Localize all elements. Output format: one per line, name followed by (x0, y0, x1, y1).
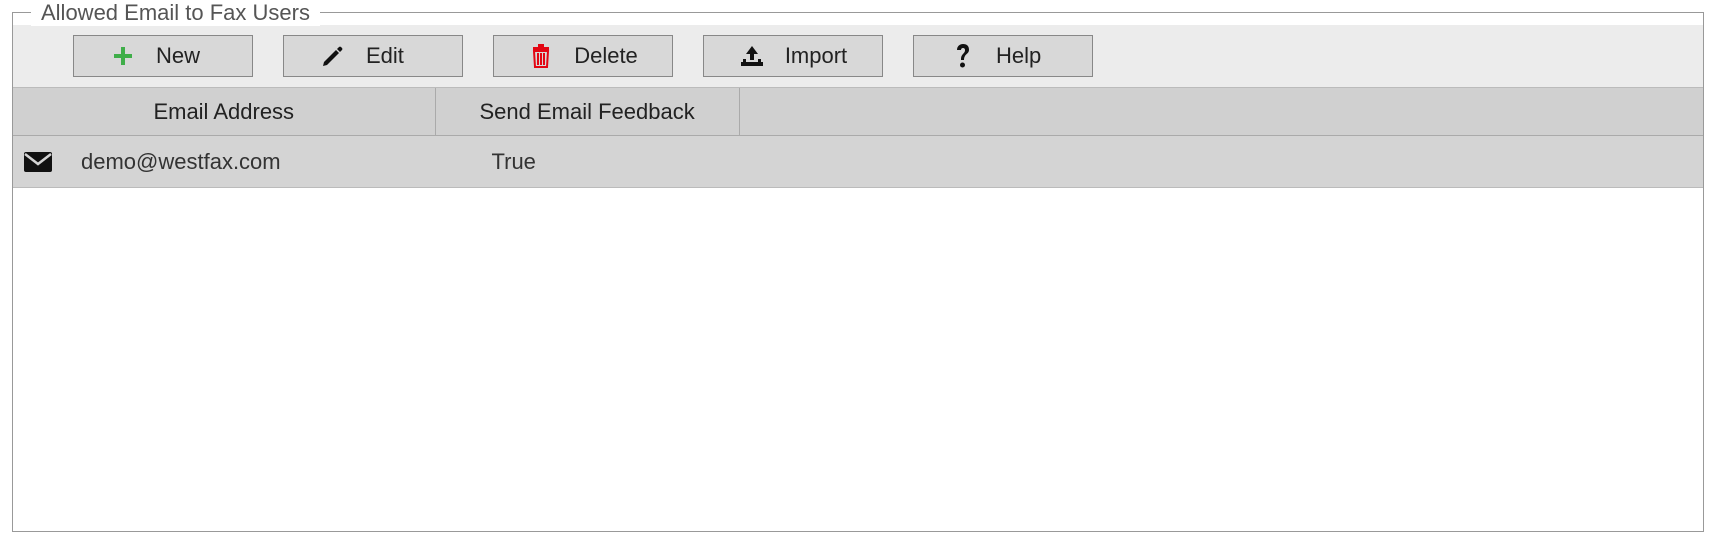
envelope-icon (13, 151, 63, 173)
import-label: Import (785, 43, 847, 69)
upload-icon (739, 43, 765, 69)
table-row[interactable]: demo@westfax.com True (13, 136, 1703, 188)
question-icon (950, 43, 976, 69)
new-label: New (156, 43, 216, 69)
edit-label: Edit (366, 43, 426, 69)
cell-feedback: True (436, 149, 740, 175)
help-label: Help (996, 43, 1056, 69)
pencil-icon (320, 43, 346, 69)
users-table: Email Address Send Email Feedback demo@w… (13, 88, 1703, 188)
new-button[interactable]: New (73, 35, 253, 77)
plus-icon (110, 43, 136, 69)
import-button[interactable]: Import (703, 35, 883, 77)
column-header-email[interactable]: Email Address (13, 88, 436, 135)
cell-email: demo@westfax.com (63, 149, 436, 175)
edit-button[interactable]: Edit (283, 35, 463, 77)
trash-icon (528, 43, 554, 69)
toolbar: New Edit Delet (13, 25, 1703, 88)
table-header: Email Address Send Email Feedback (13, 88, 1703, 136)
panel-title: Allowed Email to Fax Users (31, 0, 320, 26)
column-header-feedback[interactable]: Send Email Feedback (436, 88, 740, 135)
allowed-email-panel: Allowed Email to Fax Users New Edit (12, 12, 1704, 532)
column-header-empty (740, 88, 1703, 135)
delete-label: Delete (574, 43, 638, 69)
delete-button[interactable]: Delete (493, 35, 673, 77)
help-button[interactable]: Help (913, 35, 1093, 77)
